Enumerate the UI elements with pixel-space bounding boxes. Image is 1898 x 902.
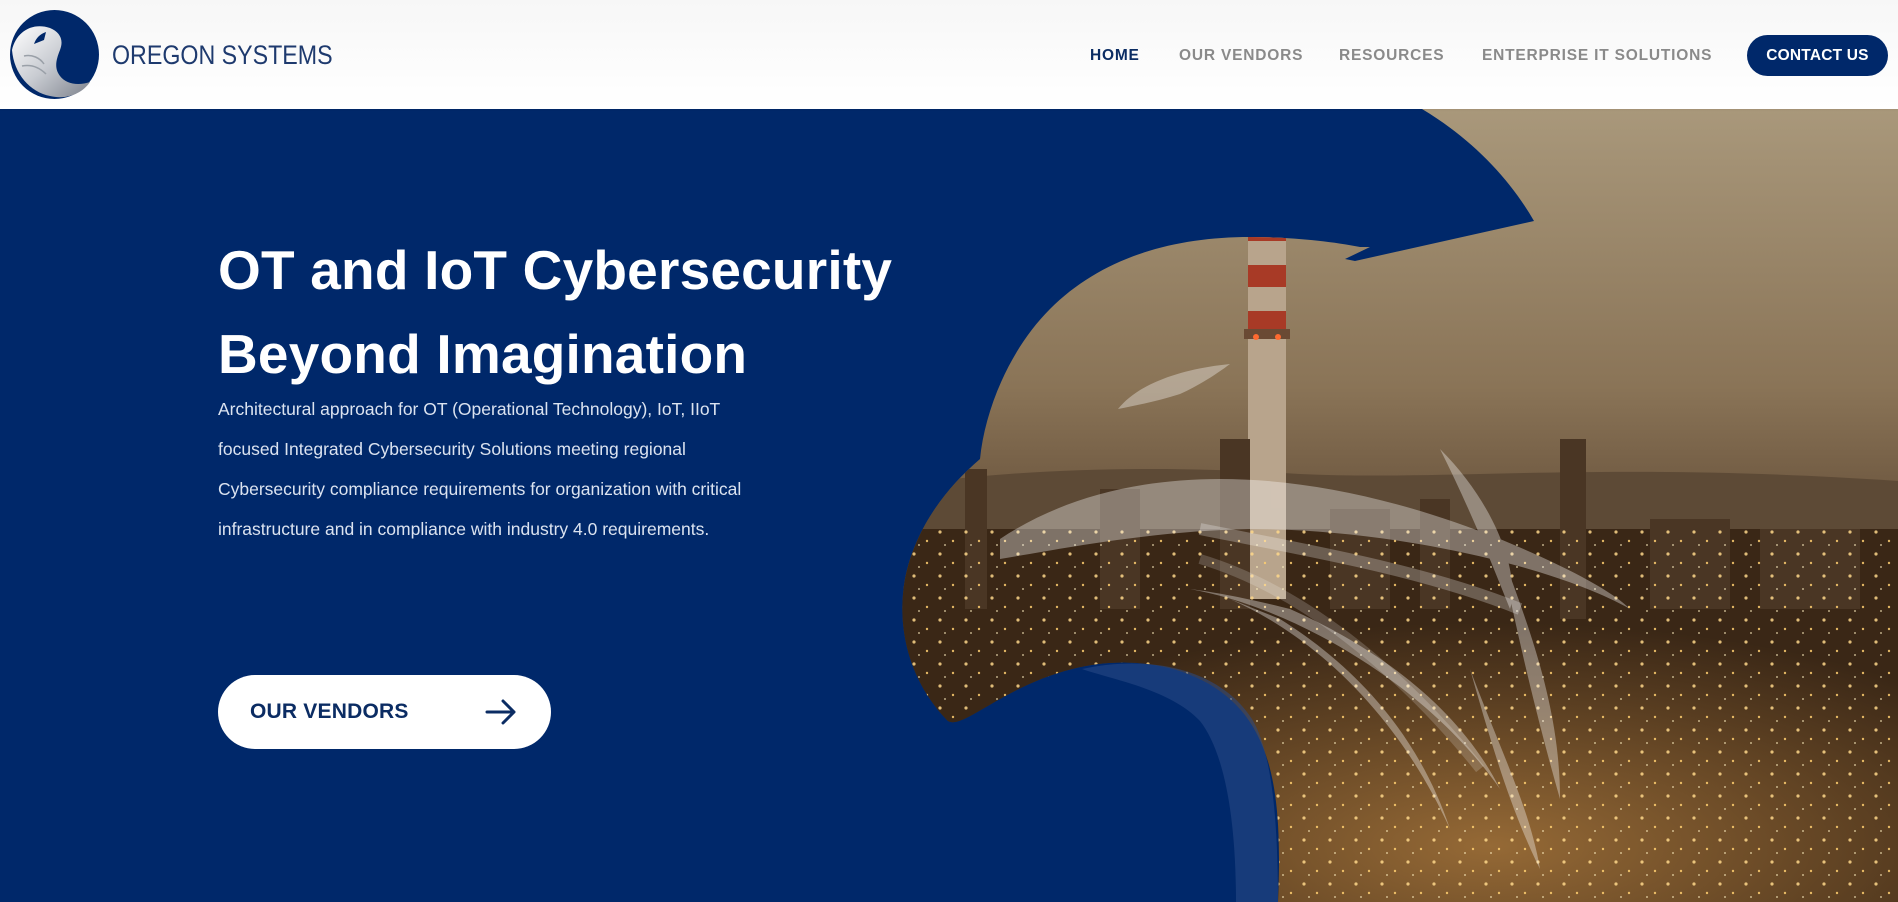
our-vendors-button[interactable]: OUR VENDORS bbox=[218, 675, 551, 749]
hero-description-line-2: focused Integrated Cybersecurity Solutio… bbox=[218, 439, 686, 459]
nav-enterprise-it-solutions[interactable]: ENTERPRISE IT SOLUTIONS bbox=[1482, 44, 1712, 68]
hero-description-line-4: infrastructure and in compliance with in… bbox=[218, 519, 710, 539]
hero-description-line-3: Cybersecurity compliance requirements fo… bbox=[218, 479, 742, 499]
hero-headline-line-1: OT and IoT Cybersecurity bbox=[218, 239, 893, 301]
hero-description-line-1: Architectural approach for OT (Operation… bbox=[218, 399, 721, 419]
contact-us-button[interactable]: CONTACT US bbox=[1747, 35, 1888, 76]
hero-headline-line-2: Beyond Imagination bbox=[218, 323, 748, 385]
nav-home[interactable]: HOME bbox=[1090, 44, 1140, 68]
arrow-right-icon bbox=[485, 699, 516, 725]
eagle-head-logo-icon[interactable] bbox=[10, 10, 99, 99]
hero-section: OT and IoT Cybersecurity Beyond Imaginat… bbox=[0, 109, 1898, 902]
nav-our-vendors[interactable]: OUR VENDORS bbox=[1179, 44, 1303, 68]
nav-resources[interactable]: RESOURCES bbox=[1339, 44, 1444, 68]
brand-name[interactable]: OREGON SYSTEMS bbox=[112, 38, 333, 72]
our-vendors-button-label: OUR VENDORS bbox=[250, 700, 409, 723]
site-header: OREGON SYSTEMS HOME OUR VENDORS RESOURCE… bbox=[0, 0, 1898, 109]
